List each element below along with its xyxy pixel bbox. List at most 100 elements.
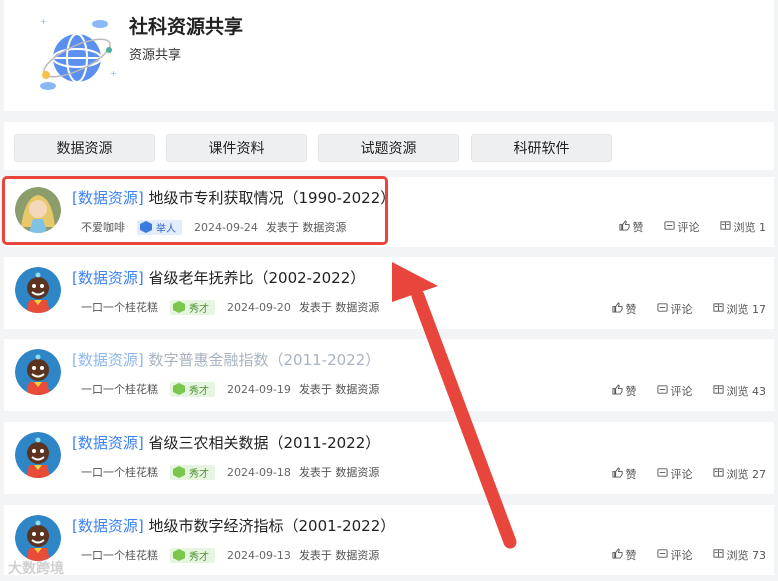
- view-count-label: 浏览 27: [726, 468, 767, 481]
- post-category[interactable]: [数据资源]: [72, 269, 144, 287]
- comment-label: 评论: [677, 221, 700, 234]
- post-meta: 一口一个桂花糕 秀才 2024-09-19 发表于 数据资源: [81, 381, 379, 397]
- user-rank-badge: 秀才: [170, 464, 215, 480]
- tab-exam-resources[interactable]: 试题资源: [318, 134, 459, 162]
- comment-icon: [656, 467, 671, 481]
- user-avatar[interactable]: [15, 187, 61, 233]
- comment-label: 评论: [670, 468, 693, 481]
- thumbs-up-icon: [611, 548, 626, 562]
- tab-data-resources[interactable]: 数据资源: [14, 134, 155, 162]
- view-count[interactable]: 浏览 43: [712, 383, 766, 399]
- post-category[interactable]: [数据资源]: [72, 517, 144, 535]
- like-label: 赞: [625, 549, 637, 562]
- comment-label: 评论: [670, 549, 693, 562]
- post-title-text[interactable]: 地级市数字经济指标（2001-2022）: [149, 517, 396, 535]
- forum-header: + + 社科资源共享 资源共享: [4, 0, 774, 111]
- view-count[interactable]: 浏览 27: [712, 466, 767, 482]
- post-author[interactable]: 一口一个桂花糕: [81, 381, 158, 397]
- post-title-text[interactable]: 数字普惠金融指数（2011-2022）: [149, 351, 381, 369]
- user-rank-badge: 举人: [137, 219, 182, 235]
- comment-button[interactable]: 评论: [656, 466, 693, 482]
- like-button[interactable]: 赞: [618, 219, 644, 235]
- forum-subtitle: 资源共享: [129, 48, 182, 63]
- post-title[interactable]: [数据资源] 数字普惠金融指数（2011-2022）: [72, 349, 380, 370]
- comment-button[interactable]: 评论: [656, 547, 693, 563]
- post-published-in[interactable]: 发表于 数据资源: [266, 219, 347, 235]
- rank-label: 秀才: [189, 303, 209, 315]
- post-meta: 一口一个桂花糕 秀才 2024-09-18 发表于 数据资源: [81, 464, 379, 480]
- post-published-in[interactable]: 发表于 数据资源: [299, 547, 380, 563]
- post-title-text[interactable]: 省级三农相关数据（2011-2022）: [149, 434, 381, 452]
- thumbs-up-icon: [611, 302, 626, 316]
- post-meta: 不爱咖啡 举人 2024-09-24 发表于 数据资源: [81, 219, 346, 235]
- post-date: 2024-09-13: [227, 548, 291, 562]
- like-button[interactable]: 赞: [611, 466, 637, 482]
- comment-label: 评论: [670, 303, 693, 316]
- svg-text:+: +: [110, 69, 117, 78]
- like-label: 赞: [625, 468, 637, 481]
- comment-button[interactable]: 评论: [656, 383, 693, 399]
- like-button[interactable]: 赞: [611, 301, 637, 317]
- rank-label: 秀才: [189, 551, 209, 563]
- user-rank-badge: 秀才: [170, 299, 215, 315]
- post-item[interactable]: [数据资源] 省级老年抚养比（2002-2022） 一口一个桂花糕 秀才 202…: [4, 257, 774, 329]
- book-icon: [712, 302, 727, 316]
- post-meta: 一口一个桂花糕 秀才 2024-09-20 发表于 数据资源: [81, 299, 379, 315]
- watermark: 大数跨境: [8, 561, 64, 577]
- tab-courseware[interactable]: 课件资料: [166, 134, 307, 162]
- rank-label: 秀才: [189, 468, 209, 480]
- view-count-label: 浏览 73: [726, 549, 767, 562]
- post-author[interactable]: 不爱咖啡: [81, 219, 125, 235]
- tab-research-software[interactable]: 科研软件: [471, 134, 612, 162]
- post-item[interactable]: [数据资源] 地级市专利获取情况（1990-2022） 不爱咖啡 举人 2024…: [4, 177, 774, 247]
- globe-logo-icon: + +: [40, 17, 117, 90]
- post-title-text[interactable]: 省级老年抚养比（2002-2022）: [149, 269, 366, 287]
- view-count[interactable]: 浏览 17: [712, 301, 766, 317]
- rank-label: 举人: [156, 223, 176, 235]
- post-category[interactable]: [数据资源]: [72, 434, 144, 452]
- like-button[interactable]: 赞: [611, 383, 637, 399]
- forum-title: 社科资源共享: [129, 16, 244, 38]
- comment-icon: [663, 220, 678, 234]
- post-author[interactable]: 一口一个桂花糕: [81, 464, 158, 480]
- like-button[interactable]: 赞: [611, 547, 637, 563]
- post-title[interactable]: [数据资源] 地级市数字经济指标（2001-2022）: [72, 515, 395, 536]
- post-date: 2024-09-24: [194, 220, 258, 234]
- post-category[interactable]: [数据资源]: [72, 189, 144, 207]
- post-author[interactable]: 一口一个桂花糕: [81, 547, 158, 563]
- book-icon: [719, 220, 734, 234]
- user-avatar[interactable]: [15, 515, 61, 561]
- post-date: 2024-09-20: [227, 300, 291, 314]
- svg-text:+: +: [40, 17, 47, 26]
- thumbs-up-icon: [618, 220, 633, 234]
- comment-icon: [656, 302, 671, 316]
- post-actions: 赞 评论 浏览 1: [599, 219, 767, 235]
- post-title-text[interactable]: 地级市专利获取情况（1990-2022）: [149, 189, 396, 207]
- view-count[interactable]: 浏览 73: [712, 547, 767, 563]
- view-count-label: 浏览 1: [733, 221, 767, 234]
- post-item[interactable]: [数据资源] 地级市数字经济指标（2001-2022） 一口一个桂花糕 秀才 2…: [4, 505, 774, 575]
- post-published-in[interactable]: 发表于 数据资源: [299, 299, 380, 315]
- post-published-in[interactable]: 发表于 数据资源: [299, 464, 380, 480]
- book-icon: [712, 548, 727, 562]
- post-title[interactable]: [数据资源] 省级老年抚养比（2002-2022）: [72, 267, 365, 288]
- post-published-in[interactable]: 发表于 数据资源: [299, 381, 380, 397]
- post-item[interactable]: [数据资源] 省级三农相关数据（2011-2022） 一口一个桂花糕 秀才 20…: [4, 422, 774, 494]
- rank-label: 秀才: [189, 385, 209, 397]
- category-tabs: 数据资源 课件资料 试题资源 科研软件: [4, 122, 774, 170]
- post-date: 2024-09-18: [227, 465, 291, 479]
- post-item[interactable]: [数据资源] 数字普惠金融指数（2011-2022） 一口一个桂花糕 秀才 20…: [4, 339, 774, 411]
- like-label: 赞: [632, 221, 644, 234]
- user-avatar[interactable]: [15, 349, 61, 395]
- post-category[interactable]: [数据资源]: [72, 351, 144, 369]
- comment-button[interactable]: 评论: [656, 301, 693, 317]
- comment-button[interactable]: 评论: [663, 219, 700, 235]
- comment-icon: [656, 384, 671, 398]
- post-title[interactable]: [数据资源] 地级市专利获取情况（1990-2022）: [72, 187, 395, 208]
- view-count[interactable]: 浏览 1: [719, 219, 767, 235]
- user-avatar[interactable]: [15, 267, 61, 313]
- post-author[interactable]: 一口一个桂花糕: [81, 299, 158, 315]
- user-avatar[interactable]: [15, 432, 61, 478]
- post-title[interactable]: [数据资源] 省级三农相关数据（2011-2022）: [72, 432, 380, 453]
- like-label: 赞: [625, 303, 637, 316]
